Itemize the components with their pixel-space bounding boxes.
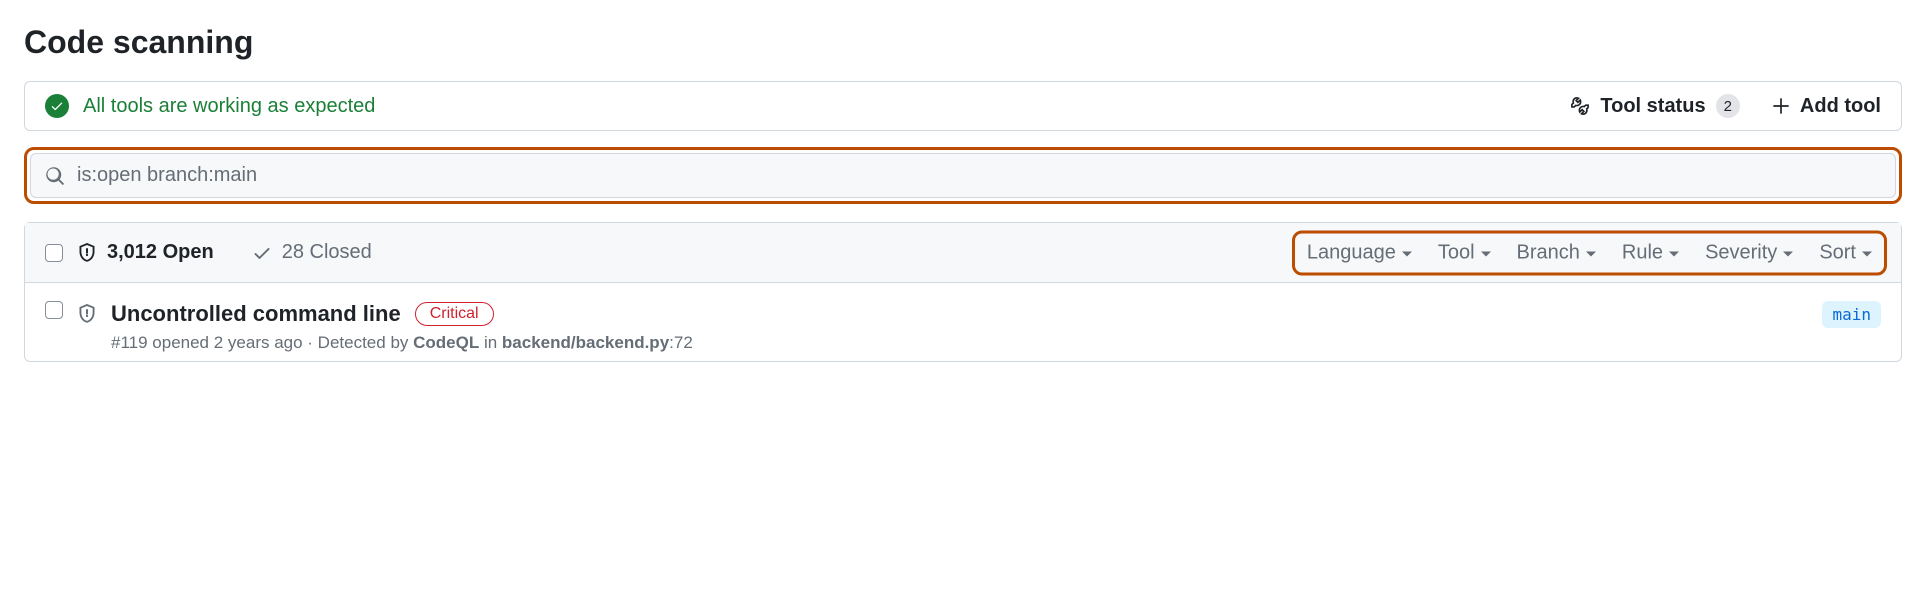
- filter-language[interactable]: Language: [1307, 241, 1412, 264]
- list-header: 3,012 Open 28 Closed Language Tool Branc…: [25, 223, 1901, 283]
- alert-row: Uncontrolled command line Critical #119 …: [25, 283, 1901, 361]
- filter-branch[interactable]: Branch: [1517, 241, 1596, 264]
- filter-sort[interactable]: Sort: [1819, 241, 1872, 264]
- tools-icon: [1570, 96, 1590, 116]
- add-tool-label: Add tool: [1800, 95, 1881, 118]
- filter-label: Severity: [1705, 241, 1777, 264]
- search-icon: [45, 166, 65, 186]
- add-tool-button[interactable]: Add tool: [1772, 95, 1881, 118]
- tool-status-count: 2: [1716, 94, 1740, 118]
- filter-label: Branch: [1517, 241, 1580, 264]
- search-bar[interactable]: [30, 153, 1896, 198]
- chevron-down-icon: [1862, 251, 1872, 256]
- filter-label: Sort: [1819, 241, 1856, 264]
- open-count-label: 3,012 Open: [107, 241, 214, 264]
- chevron-down-icon: [1586, 251, 1596, 256]
- chevron-down-icon: [1481, 251, 1491, 256]
- search-highlight-box: [24, 147, 1902, 204]
- check-circle-icon: [45, 94, 69, 118]
- alert-checkbox[interactable]: [45, 301, 63, 319]
- tool-status-bar: All tools are working as expected Tool s…: [24, 81, 1902, 131]
- severity-badge: Critical: [415, 302, 494, 326]
- filter-label: Language: [1307, 241, 1396, 264]
- filter-rule[interactable]: Rule: [1622, 241, 1679, 264]
- tool-status-label: Tool status: [1600, 95, 1705, 118]
- closed-alerts-tab[interactable]: 28 Closed: [252, 241, 372, 264]
- filter-severity[interactable]: Severity: [1705, 241, 1793, 264]
- page-title: Code scanning: [24, 24, 1902, 61]
- filter-label: Rule: [1622, 241, 1663, 264]
- search-input[interactable]: [77, 164, 1881, 187]
- alert-title-link[interactable]: Uncontrolled command line: [111, 301, 401, 327]
- tool-status-button[interactable]: Tool status 2: [1570, 94, 1740, 118]
- filter-tool[interactable]: Tool: [1438, 241, 1491, 264]
- status-message: All tools are working as expected: [83, 95, 375, 118]
- chevron-down-icon: [1669, 251, 1679, 256]
- plus-icon: [1772, 97, 1790, 115]
- select-all-checkbox[interactable]: [45, 244, 63, 262]
- closed-count-label: 28 Closed: [282, 241, 372, 264]
- shield-alert-icon: [77, 243, 97, 263]
- chevron-down-icon: [1783, 251, 1793, 256]
- branch-badge: main: [1822, 301, 1881, 328]
- chevron-down-icon: [1402, 251, 1412, 256]
- filter-label: Tool: [1438, 241, 1475, 264]
- check-icon: [252, 243, 272, 263]
- open-alerts-tab[interactable]: 3,012 Open: [77, 241, 214, 264]
- shield-alert-icon: [77, 304, 97, 324]
- filters-highlight-box: Language Tool Branch Rule Severity Sort: [1292, 230, 1887, 275]
- alerts-list: 3,012 Open 28 Closed Language Tool Branc…: [24, 222, 1902, 362]
- alert-meta: #119 opened 2 years ago · Detected by Co…: [111, 333, 1808, 353]
